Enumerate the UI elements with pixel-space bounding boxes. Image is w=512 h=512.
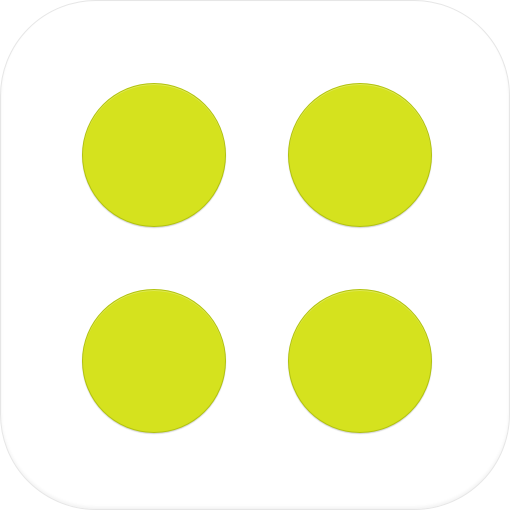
- dot-top-right: [288, 83, 432, 227]
- dot-bottom-right: [288, 289, 432, 433]
- screen: [0, 0, 512, 512]
- app-icon[interactable]: [0, 0, 510, 510]
- dot-bottom-left: [82, 289, 226, 433]
- dot-top-left: [82, 83, 226, 227]
